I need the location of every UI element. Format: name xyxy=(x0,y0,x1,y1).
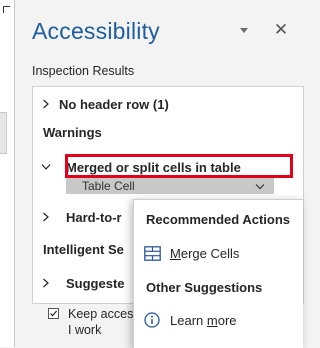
chevron-down-icon[interactable] xyxy=(246,183,274,190)
pane-title: Accessibility xyxy=(32,18,160,44)
result-group-label: Hard-to-r xyxy=(66,209,122,225)
info-icon xyxy=(134,312,170,328)
keep-running-checkbox[interactable] xyxy=(48,308,59,319)
recommended-actions-heading: Recommended Actions xyxy=(146,212,290,227)
chevron-down-icon xyxy=(240,27,248,33)
merge-cells-label: Merge Cells xyxy=(170,245,240,261)
learn-more-label: Learn more xyxy=(170,312,237,328)
chevron-right-icon xyxy=(33,278,59,288)
chevron-right-icon xyxy=(33,212,59,222)
checkmark-icon xyxy=(50,310,58,317)
keep-running-label-line2: I work xyxy=(68,323,102,337)
result-item-table-cell[interactable]: Table Cell xyxy=(66,178,274,194)
pane-options-button[interactable] xyxy=(234,20,254,40)
result-item-label: Table Cell xyxy=(82,179,135,193)
intelligent-services-heading: Intelligent Se xyxy=(43,242,124,257)
close-icon: ✕ xyxy=(273,20,289,39)
merge-cells-icon xyxy=(134,245,170,261)
learn-more-menu-item[interactable]: Learn more xyxy=(134,307,303,333)
chevron-down-icon xyxy=(33,163,59,171)
merge-cells-menu-item[interactable]: Merge Cells xyxy=(134,240,303,266)
other-suggestions-heading: Other Suggestions xyxy=(146,280,263,295)
result-group-no-header-row[interactable]: No header row (1) xyxy=(33,91,301,117)
page-corner-mark xyxy=(3,6,10,13)
recommended-actions-menu: Recommended Actions Merge Cells Other Su… xyxy=(133,199,303,348)
inspection-results-heading: Inspection Results xyxy=(32,64,135,78)
result-group-label: No header row (1) xyxy=(59,96,169,112)
result-group-merged-cells[interactable]: Merged or split cells in table xyxy=(33,154,301,180)
chevron-right-icon xyxy=(33,99,59,109)
warnings-heading: Warnings xyxy=(43,125,102,140)
document-edge xyxy=(0,0,16,347)
result-group-label: Merged or split cells in table xyxy=(66,159,241,175)
pane-resize-handle[interactable] xyxy=(0,112,7,154)
close-pane-button[interactable]: ✕ xyxy=(270,19,292,41)
document-page-edge xyxy=(0,0,15,347)
result-group-label: Suggeste xyxy=(66,275,125,291)
